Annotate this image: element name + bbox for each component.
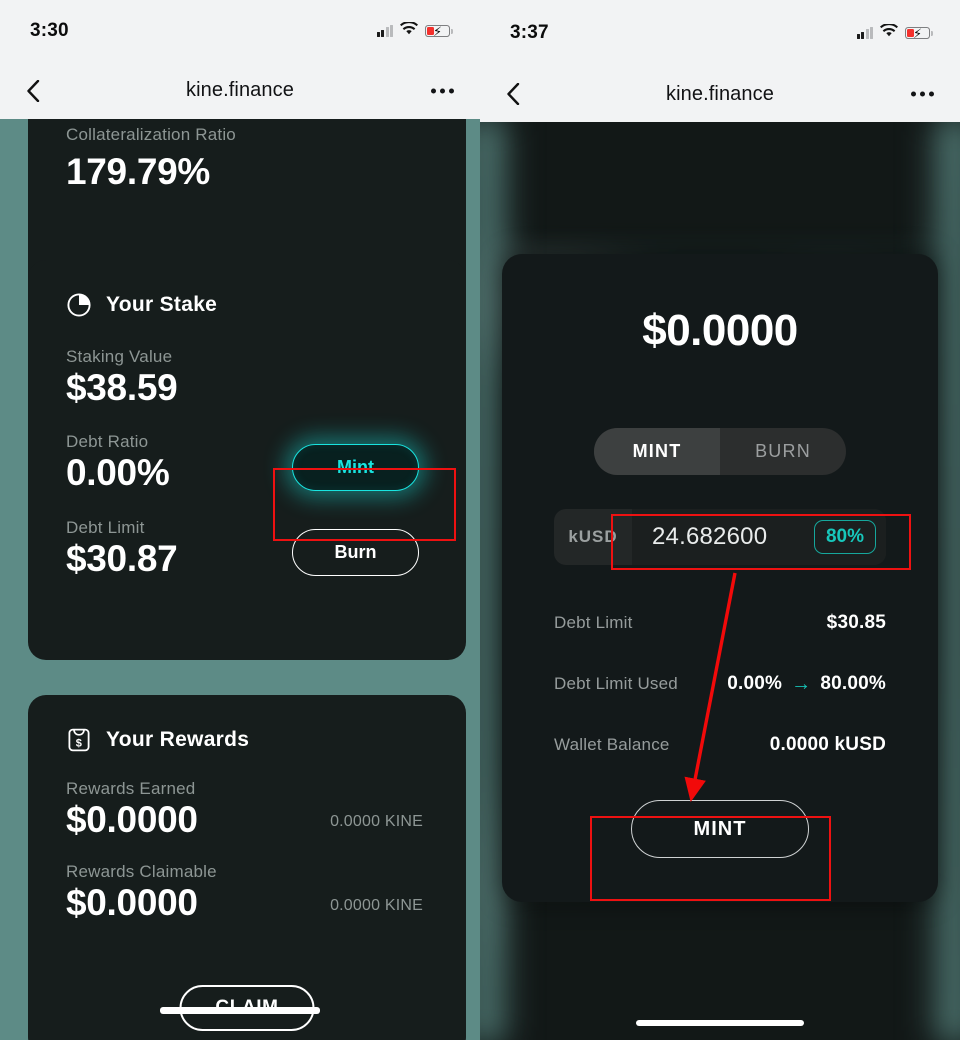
mint-burn-toggle[interactable]: MINT BURN xyxy=(594,428,846,475)
burn-button[interactable]: Burn xyxy=(292,529,419,577)
your-rewards-title-row: $ Your Rewards xyxy=(66,727,428,753)
collateralization-ratio-value: 179.79% xyxy=(66,151,210,192)
home-indicator xyxy=(636,1020,804,1026)
stat-debt-limit: Debt Limit $30.85 xyxy=(554,612,886,634)
stat-value: 0.00% → 80.00% xyxy=(727,673,886,695)
red-envelope-dollar-icon: $ xyxy=(66,727,92,753)
rewards-claimable-value: $0.0000 xyxy=(66,882,198,924)
svg-text:$: $ xyxy=(76,737,82,749)
page-title: kine.finance xyxy=(666,82,774,105)
right-page-body: $0.0000 MINT BURN kUSD 24.682600 80% Deb… xyxy=(480,122,960,1040)
rewards-claimable-kine: 0.0000 KINE xyxy=(330,896,423,914)
staking-value-value: $38.59 xyxy=(66,367,178,408)
staking-value-label: Staking Value xyxy=(66,347,173,366)
left-status-bar: 3:30 ⚡ xyxy=(0,0,480,62)
debt-limit-label: Debt Limit xyxy=(66,517,145,537)
your-stake-title: Your Stake xyxy=(106,293,218,316)
arrow-right-icon: → xyxy=(791,673,812,695)
chevron-left-icon[interactable] xyxy=(26,79,40,102)
stat-wallet-balance: Wallet Balance 0.0000 kUSD xyxy=(554,734,886,756)
more-options-icon[interactable] xyxy=(911,91,934,97)
stat-label: Wallet Balance xyxy=(554,735,670,754)
your-stake-card: Your Stake Staking Value $38.59 Debt Rat… xyxy=(28,260,466,660)
battery-low-charging-icon: ⚡ xyxy=(905,26,933,40)
rewards-earned-kine: 0.0000 KINE xyxy=(330,813,423,831)
currency-unit-label: kUSD xyxy=(568,527,618,546)
your-rewards-title: Your Rewards xyxy=(106,728,250,751)
amount-input-value[interactable]: 24.682600 xyxy=(652,523,767,551)
debt-ratio-row: Debt Ratio 0.00% Mint xyxy=(66,432,428,493)
wifi-icon xyxy=(400,21,418,40)
left-page-body: Collateralization Ratio 179.79% Your Sta… xyxy=(0,119,480,1040)
status-bar-time: 3:30 xyxy=(30,20,69,41)
rewards-earned-label: Rewards Earned xyxy=(66,779,196,798)
rewards-claimable-label: Rewards Claimable xyxy=(66,862,217,882)
mint-button[interactable]: Mint xyxy=(292,443,419,491)
amount-input-field[interactable]: 24.682600 80% xyxy=(632,509,886,565)
chevron-left-icon[interactable] xyxy=(506,83,520,105)
your-rewards-card: $ Your Rewards Rewards Earned $0.0000 0.… xyxy=(28,695,466,1040)
debt-limit-row: Debt Limit $30.87 Burn xyxy=(66,518,428,579)
rewards-earned-value: $0.0000 xyxy=(66,799,198,840)
amount-input-row[interactable]: kUSD 24.682600 80% xyxy=(554,509,886,565)
right-phone-screenshot: 3:37 ⚡ kine.finance $0.0000 MINT BURN kU… xyxy=(480,0,960,1040)
left-phone-screenshot: 3:30 ⚡ kine.finance Collateralization Ra… xyxy=(0,0,480,1040)
cellular-signal-icon xyxy=(856,27,873,39)
rewards-earned-row: Rewards Earned $0.0000 0.0000 KINE xyxy=(66,779,428,840)
pie-chart-icon xyxy=(66,292,92,318)
staking-value-row: Staking Value $38.59 xyxy=(66,347,428,408)
screenshot-root: 3:30 ⚡ kine.finance Collateralization Ra… xyxy=(0,0,960,1040)
left-browser-navbar: kine.finance xyxy=(0,62,480,119)
stat-value: 0.0000 kUSD xyxy=(769,734,886,755)
stat-debt-limit-used: Debt Limit Used 0.00% → 80.00% xyxy=(554,673,886,695)
debt-used-after: 80.00% xyxy=(820,673,886,694)
stat-label: Debt Limit xyxy=(554,613,633,632)
collateralization-ratio-label: Collateralization Ratio xyxy=(66,125,236,144)
status-bar-time: 3:37 xyxy=(510,22,549,43)
home-indicator xyxy=(160,1007,320,1014)
rewards-claimable-row: Rewards Claimable $0.0000 0.0000 KINE xyxy=(66,862,428,923)
battery-low-charging-icon: ⚡ xyxy=(425,24,453,38)
page-title: kine.finance xyxy=(186,79,294,101)
mint-modal: $0.0000 MINT BURN kUSD 24.682600 80% Deb… xyxy=(502,254,938,902)
wifi-icon xyxy=(880,23,898,42)
debt-used-before: 0.00% xyxy=(727,673,783,694)
modal-amount-display: $0.0000 xyxy=(642,306,798,355)
debt-ratio-label: Debt Ratio xyxy=(66,432,149,452)
cellular-signal-icon xyxy=(376,25,393,37)
right-browser-navbar: kine.finance xyxy=(480,66,960,122)
tab-burn[interactable]: BURN xyxy=(720,428,846,475)
stat-value: $30.85 xyxy=(826,612,886,633)
stat-label: Debt Limit Used xyxy=(554,674,678,693)
debt-limit-value: $30.87 xyxy=(66,537,178,579)
mint-submit-button[interactable]: MINT xyxy=(631,800,809,858)
right-status-bar: 3:37 ⚡ xyxy=(480,0,960,66)
percent-chip[interactable]: 80% xyxy=(813,520,876,554)
status-bar-icons: ⚡ xyxy=(856,23,933,42)
more-options-icon[interactable] xyxy=(431,88,454,93)
your-stake-title-row: Your Stake xyxy=(66,292,428,318)
debt-ratio-value: 0.00% xyxy=(66,452,170,494)
tab-mint[interactable]: MINT xyxy=(594,428,720,475)
status-bar-icons: ⚡ xyxy=(376,21,453,40)
